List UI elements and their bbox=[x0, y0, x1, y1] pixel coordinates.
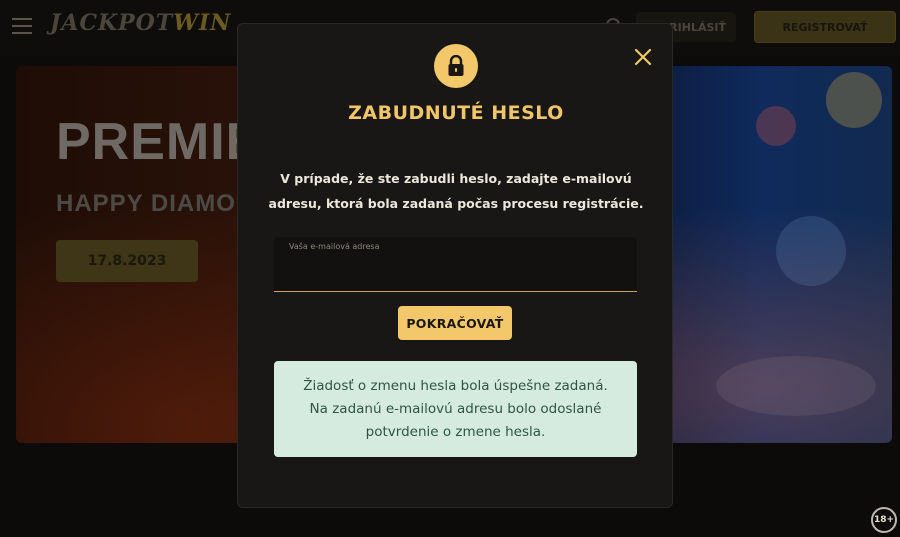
logo-text-a: JACKPOT bbox=[50, 10, 174, 36]
success-line-2: Na zadanú e-mailovú adresu bolo odoslané bbox=[309, 400, 602, 417]
modal-title: ZABUDNUTÉ HESLO bbox=[348, 102, 564, 124]
site-logo[interactable]: JACKPOTWIN bbox=[50, 10, 231, 36]
banner-date-button[interactable]: 17.8.2023 bbox=[56, 240, 198, 282]
email-input[interactable] bbox=[288, 259, 624, 285]
register-label: REGISTROVAŤ bbox=[782, 20, 868, 34]
success-message: Žiadosť o zmenu hesla bola úspešne zadan… bbox=[274, 361, 637, 457]
success-line-3: potvrdenie o zmene hesla. bbox=[365, 423, 546, 440]
register-button[interactable]: REGISTROVAŤ bbox=[754, 11, 896, 43]
email-field-label: Vaša e-mailová adresa bbox=[289, 242, 380, 251]
email-field[interactable]: Vaša e-mailová adresa bbox=[274, 237, 637, 292]
modal-description: V prípade, že ste zabudli heslo, zadajte… bbox=[268, 166, 644, 216]
description-line-2: adresu, ktorá bola zadaná počas procesu … bbox=[268, 196, 644, 211]
banner-subheadline: HAPPY DIAMO bbox=[56, 190, 236, 217]
success-text: Žiadosť o zmenu hesla bola úspešne zadan… bbox=[296, 375, 616, 444]
continue-button[interactable]: POKRAČOVAŤ bbox=[398, 306, 512, 340]
description-line-1: V prípade, že ste zabudli heslo, zadajte… bbox=[280, 171, 632, 186]
hamburger-menu-icon[interactable] bbox=[12, 18, 32, 34]
age-badge-label: 18+ bbox=[873, 515, 895, 525]
lock-icon bbox=[434, 44, 478, 88]
success-line-1: Žiadosť o zmenu hesla bola úspešne zadan… bbox=[303, 377, 608, 394]
close-icon[interactable] bbox=[632, 46, 654, 68]
logo-text-b: WIN bbox=[173, 10, 232, 36]
forgot-password-modal: ZABUDNUTÉ HESLO V prípade, že ste zabudl… bbox=[237, 23, 673, 508]
banner-date-label: 17.8.2023 bbox=[87, 253, 167, 269]
age-restriction-badge: 18+ bbox=[871, 507, 897, 533]
banner-headline: PREMIÉ bbox=[56, 113, 262, 171]
